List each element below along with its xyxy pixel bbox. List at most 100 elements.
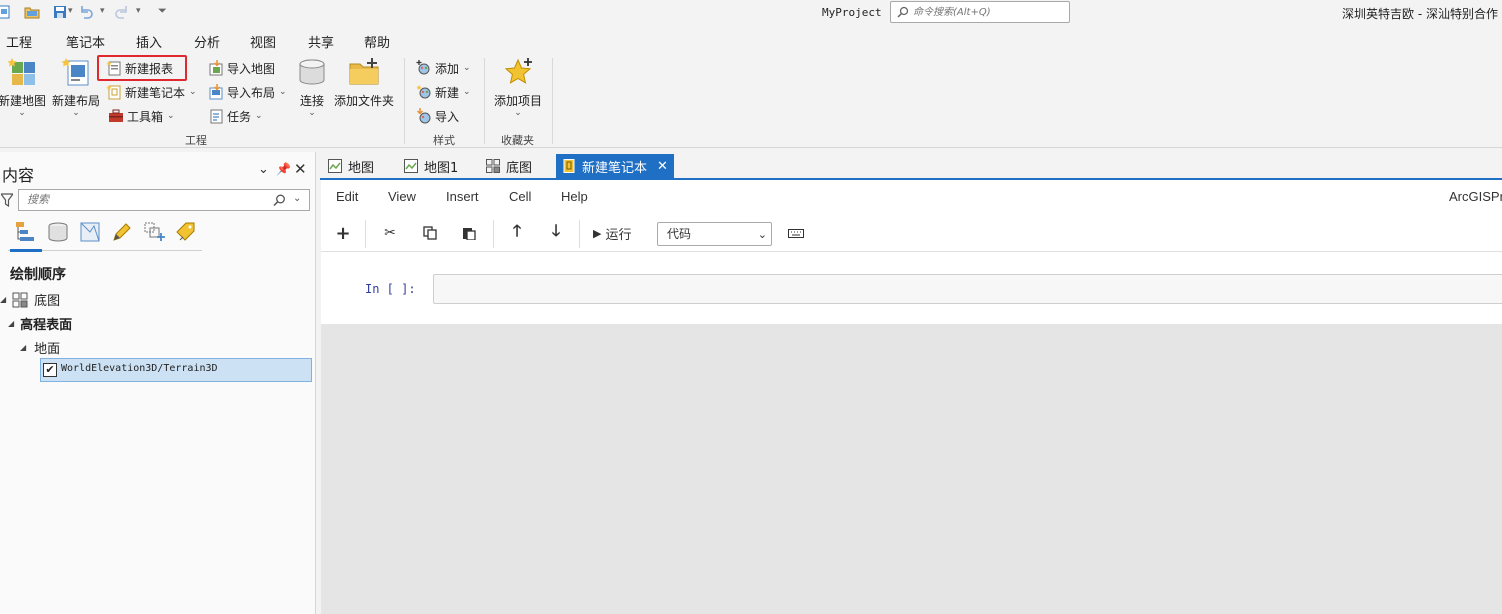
project-group-label: 工程 [185,134,207,147]
save-icon[interactable] [52,4,68,20]
tab-map[interactable]: 地图 [322,154,380,178]
menu-cell[interactable]: Cell [509,189,531,204]
tab-view[interactable]: 视图 [250,32,276,51]
search-dropdown-icon[interactable]: ⌄ [293,193,301,204]
tab-insert[interactable]: 插入 [136,32,163,54]
tab-analysis[interactable]: 分析 [194,32,220,51]
move-up-icon[interactable]: 🡑 [504,221,530,244]
snapping-icon[interactable] [142,220,166,244]
menu-insert[interactable]: Insert [446,189,479,204]
tab-help[interactable]: 帮助 [364,32,390,51]
new-project-icon[interactable] [0,4,12,20]
menu-edit[interactable]: Edit [336,189,358,204]
new-notebook-label: 新建笔记本 [125,85,186,100]
close-icon[interactable]: ✕ [294,160,307,178]
toolbox-button[interactable]: 工具箱 ⌄ [108,105,175,127]
add-item-button[interactable]: 添加项目 ⌄ [492,56,544,118]
tab-new-notebook[interactable]: 新建笔记本 ✕ [556,154,674,178]
search-icon[interactable] [273,194,286,207]
new-style-button[interactable]: 新建 ⌄ [416,81,471,103]
new-layout-button[interactable]: 新建布局 ⌄ [51,56,101,118]
cut-icon[interactable]: ✂ [377,222,403,244]
expand-caret-icon[interactable]: ◢ [0,295,6,304]
import-layout-button[interactable]: 导入布局 ⌄ [208,81,287,103]
map-icon [328,159,342,173]
group-separator [484,58,485,144]
connect-button[interactable]: 连接 ⌄ [294,56,330,118]
expand-caret-icon[interactable]: ◢ [20,343,26,352]
undo-dropdown-icon[interactable]: ▾ [100,6,105,16]
tab-project[interactable]: 工程 [6,32,32,51]
keyboard-icon[interactable] [783,222,809,244]
contents-search-input[interactable] [27,193,257,206]
basemap-icon [486,159,500,173]
filter-icon[interactable] [1,193,13,207]
copy-icon[interactable] [417,222,443,244]
pane-options-icon[interactable]: ⌄ [258,162,269,177]
contents-search[interactable]: ⌄ [18,189,310,211]
add-style-button[interactable]: 添加 ⌄ [416,57,471,79]
tab-map1[interactable]: 地图1 [398,154,464,178]
draw-order-icon[interactable] [14,220,38,244]
editing-icon[interactable] [110,220,134,244]
code-cell-input[interactable] [433,274,1502,304]
import-style-label: 导入 [435,109,460,124]
paste-icon[interactable] [456,222,482,244]
new-report-button[interactable]: 新建报表 [106,57,173,79]
command-search[interactable] [890,1,1070,23]
task-button[interactable]: 任务 ⌄ [208,105,263,127]
chevron-down-icon: ⌄ [255,111,263,121]
style-add-icon [416,60,432,76]
new-map-label: 新建地图 [0,94,47,108]
menu-view[interactable]: View [388,189,416,204]
insert-cell-icon[interactable]: + [330,222,356,244]
new-map-icon [6,56,38,88]
menu-help[interactable]: Help [561,189,588,204]
close-tab-icon[interactable]: ✕ [657,159,668,174]
chevron-down-icon: ⌄ [308,108,316,118]
source-icon[interactable] [46,220,70,244]
selection-icon[interactable] [78,220,102,244]
new-notebook-button[interactable]: 新建笔记本 ⌄ [106,81,197,103]
task-icon [208,108,224,124]
tab-label: 地图1 [424,160,459,176]
tab-share[interactable]: 共享 [308,32,334,51]
layer-visibility-checkbox[interactable]: ✔ [43,363,57,377]
open-project-icon[interactable] [24,4,40,20]
tree-item-basemap[interactable]: ◢ 底图 [0,290,60,309]
undo-icon[interactable] [78,4,94,20]
cell-type-select[interactable]: 代码 ⌄ [657,222,772,246]
save-dropdown-icon[interactable]: ▾ [68,6,73,16]
import-style-button[interactable]: 导入 [416,105,459,127]
toolbar-separator [365,220,366,248]
tree-item-elevation-surfaces[interactable]: ◢ 高程表面 [8,314,72,333]
import-map-button[interactable]: 导入地图 [208,57,275,79]
chevron-down-icon: ⌄ [167,111,175,121]
add-folder-button[interactable]: 添加文件夹 [332,56,396,109]
contents-title: 内容 [2,166,35,185]
import-map-icon [208,60,224,76]
redo-dropdown-icon[interactable]: ▾ [136,6,141,16]
map-icon [404,159,418,173]
command-search-input[interactable] [913,4,1063,20]
new-layout-icon [60,56,92,88]
run-button[interactable]: ▶ 运行 [593,222,631,244]
new-notebook-icon [106,84,122,100]
basemap-icon [12,292,28,307]
add-item-label: 添加项目 [493,94,542,108]
tab-basemap[interactable]: 底图 [480,154,538,178]
labeling-icon[interactable] [174,220,198,244]
tree-item-ground[interactable]: ◢ 地面 [20,338,60,357]
tree-item-layer[interactable]: ✔ WorldElevation3D/Terrain3D [40,358,312,382]
customize-toolbar-icon[interactable]: ⏷ [158,4,167,18]
new-style-label: 新建 [435,85,460,100]
import-map-label: 导入地图 [227,61,276,76]
tab-label: 新建笔记本 [582,160,648,176]
new-map-button[interactable]: 新建地图 ⌄ [0,56,47,118]
move-down-icon[interactable]: 🡓 [543,221,569,244]
pin-icon[interactable]: 📌 [276,162,291,176]
redo-icon[interactable] [114,4,130,20]
expand-caret-icon[interactable]: ◢ [8,319,14,328]
tab-notebook[interactable]: 笔记本 [66,32,105,51]
run-label: 运行 [605,227,632,243]
